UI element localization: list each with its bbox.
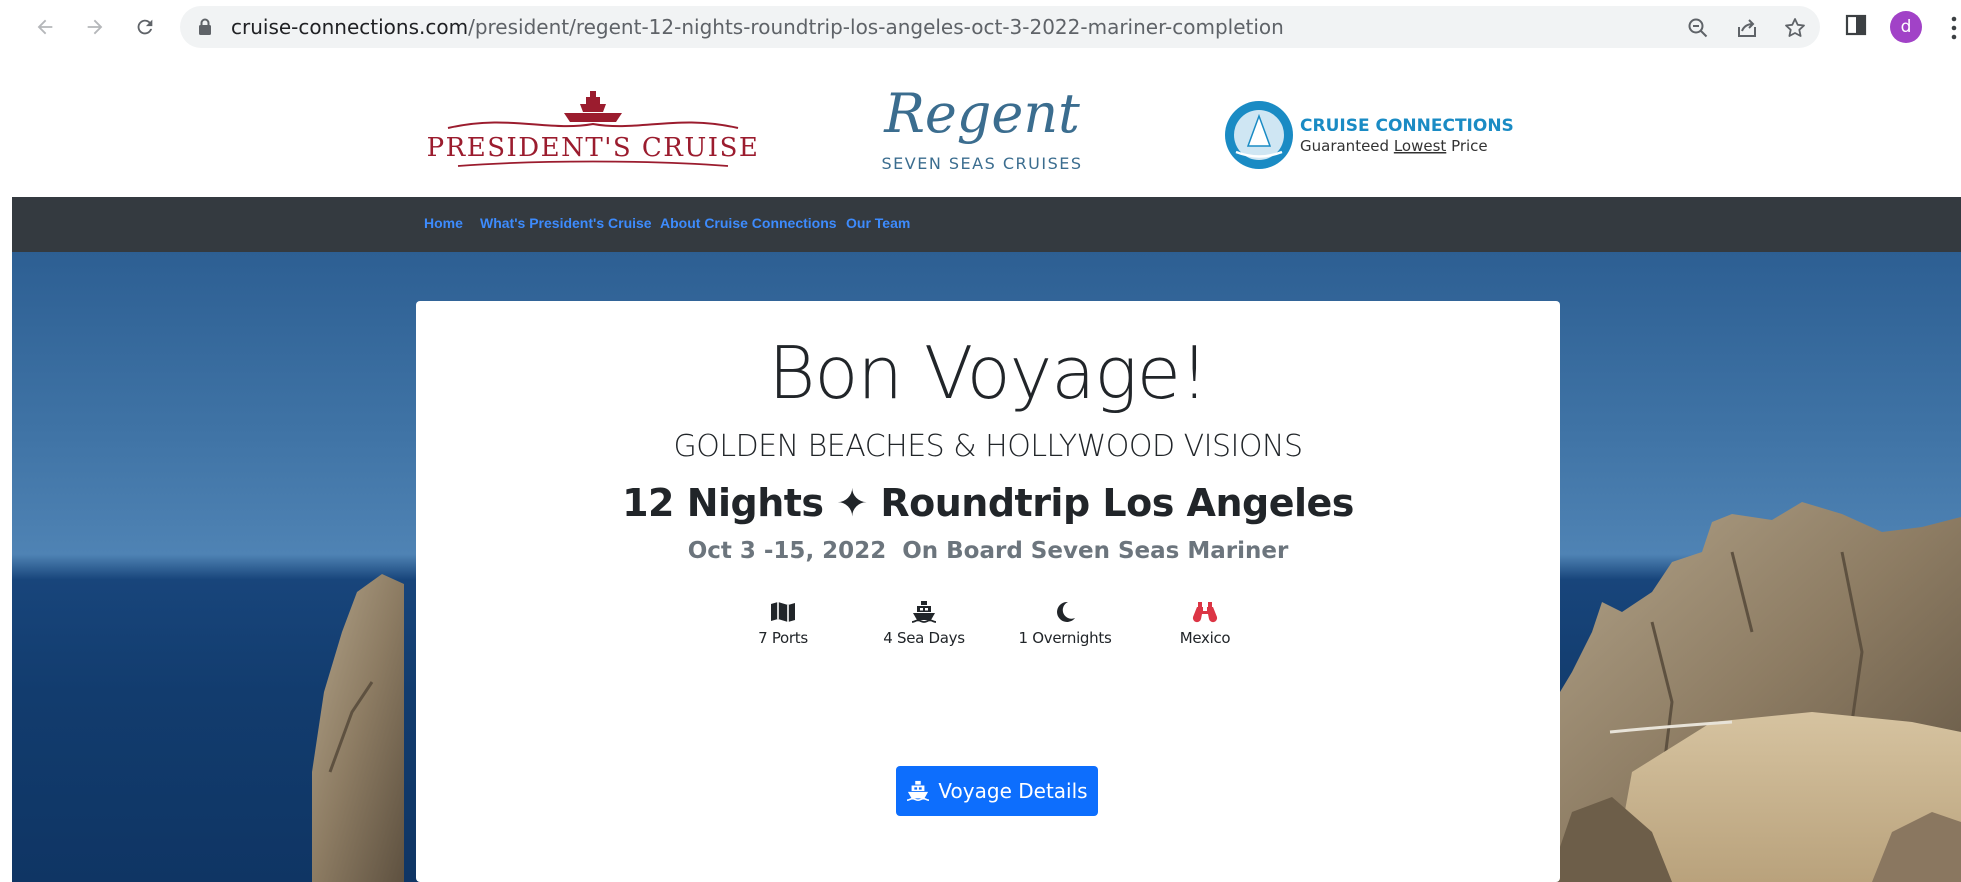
- svg-text:SEVEN SEAS CRUISES: SEVEN SEAS CRUISES: [882, 154, 1083, 173]
- nav-about-cruise-connections[interactable]: About Cruise Connections: [660, 215, 837, 231]
- cruise-connections-logo[interactable]: CRUISE CONNECTIONS Guaranteed Lowest Pri…: [1222, 98, 1542, 172]
- map-icon: [771, 602, 795, 622]
- voyage-subtitle: GOLDEN BEACHES & HOLLYWOOD VISIONS: [673, 429, 1304, 464]
- menu-dots-icon[interactable]: [1951, 16, 1957, 40]
- svg-text:Guaranteed Lowest Price: Guaranteed Lowest Price: [1300, 137, 1488, 155]
- side-panel-icon[interactable]: [1845, 14, 1867, 36]
- lock-icon: [199, 18, 211, 35]
- reload-button[interactable]: [130, 12, 160, 42]
- nav-whats-presidents-cruise[interactable]: What's President's Cruise: [480, 215, 652, 231]
- back-button[interactable]: [30, 12, 60, 42]
- star-icon[interactable]: [1783, 16, 1807, 40]
- presidents-cruise-logo[interactable]: PRESIDENT'S CRUISE: [428, 86, 758, 176]
- ship-icon: [907, 780, 930, 801]
- nav-our-team[interactable]: Our Team: [846, 215, 910, 231]
- voyage-headline: 12 Nights ✦ Roundtrip Los Angeles: [622, 481, 1354, 525]
- arrow-right-icon: [87, 19, 103, 35]
- address-bar[interactable]: cruise-connections.com/president/regent-…: [180, 6, 1820, 48]
- url-text: cruise-connections.com/president/regent-…: [231, 15, 1284, 39]
- stat-label: 1 Overnights: [1018, 629, 1112, 647]
- ship-icon: [911, 601, 937, 623]
- profile-initial: d: [1900, 17, 1912, 37]
- browser-toolbar: cruise-connections.com/president/regent-…: [0, 0, 1961, 54]
- profile-avatar[interactable]: d: [1890, 11, 1922, 43]
- nav-home[interactable]: Home: [424, 215, 463, 231]
- stat-sea-days: 4 Sea Days: [859, 599, 989, 647]
- arrow-left-icon: [37, 19, 53, 35]
- stat-ports: 7 Ports: [718, 599, 848, 647]
- voyage-card: Bon Voyage! GOLDEN BEACHES & HOLLYWOOD V…: [416, 301, 1560, 882]
- reload-icon: [137, 19, 153, 35]
- voyage-details-label: Voyage Details: [938, 779, 1088, 803]
- svg-text:PRESIDENT'S CRUISE: PRESIDENT'S CRUISE: [428, 133, 758, 163]
- stat-label: 7 Ports: [758, 629, 808, 647]
- stat-label: 4 Sea Days: [883, 629, 965, 647]
- voyage-dates: Oct 3 -15, 2022 On Board Seven Seas Mari…: [687, 538, 1289, 564]
- page-title: Bon Voyage!: [768, 331, 1209, 415]
- forward-button[interactable]: [80, 12, 110, 42]
- svg-text:CRUISE CONNECTIONS: CRUISE CONNECTIONS: [1300, 116, 1514, 136]
- logo-bar: PRESIDENT'S CRUISE Regent SEVEN SEAS CRU…: [12, 62, 1961, 197]
- zoom-icon[interactable]: [1686, 16, 1710, 40]
- voyage-details-button[interactable]: Voyage Details: [896, 766, 1098, 816]
- stat-destination: Mexico: [1140, 599, 1270, 647]
- stat-label: Mexico: [1179, 629, 1231, 647]
- binoculars-icon: [1192, 602, 1218, 623]
- page-viewport: PRESIDENT'S CRUISE Regent SEVEN SEAS CRU…: [12, 56, 1961, 882]
- share-icon[interactable]: [1735, 16, 1759, 40]
- site-navbar: Home What's President's Cruise About Cru…: [12, 197, 1961, 252]
- regent-seven-seas-logo[interactable]: Regent SEVEN SEAS CRUISES: [872, 84, 1092, 184]
- stat-overnights: 1 Overnights: [1000, 599, 1130, 647]
- svg-text:Regent: Regent: [883, 84, 1080, 145]
- moon-icon: [1057, 601, 1075, 622]
